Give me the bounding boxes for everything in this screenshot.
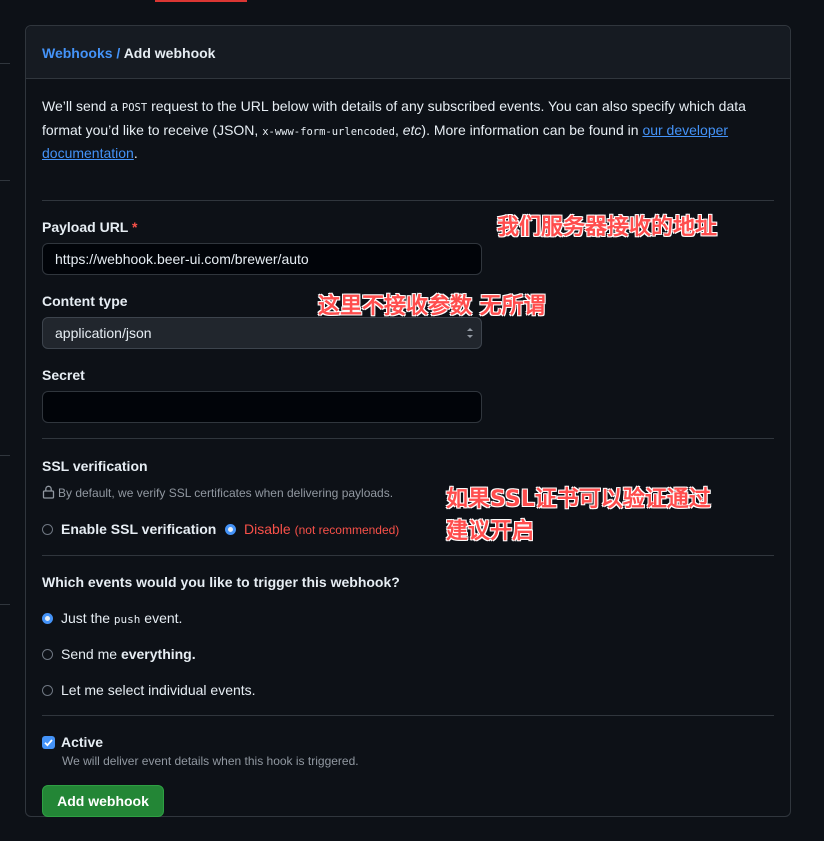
required-mark: *: [132, 219, 138, 235]
annotation-ssl-line1: 如果SSL证书可以验证通过: [446, 487, 711, 512]
active-label: Active: [61, 734, 104, 750]
section-divider: [42, 438, 774, 439]
radio-everything[interactable]: [42, 648, 53, 660]
breadcrumb-webhooks-link[interactable]: Webhooks: [42, 45, 113, 61]
intro-text-part: .: [133, 145, 138, 161]
section-divider: [42, 555, 774, 556]
form-content: We’ll send a POST request to the URL bel…: [42, 79, 774, 817]
ssl-disable-label: Disable: [244, 521, 291, 537]
intro-code-format: x-www-form-urlencoded: [262, 125, 395, 138]
radio-individual-events[interactable]: [42, 684, 53, 696]
payload-url-label: Payload URL *: [42, 219, 137, 235]
breadcrumb: Webhooks / Add webhook: [26, 26, 790, 79]
events-question: Which events would you like to trigger t…: [42, 574, 400, 590]
payload-url-input[interactable]: https://webhook.beer-ui.com/brewer/auto: [42, 243, 482, 275]
event-option-code: push: [113, 613, 141, 626]
ssl-note-text: By default, we verify SSL certificates w…: [58, 486, 394, 500]
event-option-push[interactable]: Just the push event.: [42, 610, 182, 626]
intro-emphasis: etc: [402, 121, 422, 138]
intro-text: We’ll send a POST request to the URL bel…: [42, 96, 747, 165]
annotation-payload-url: 我们服务器接收的地址: [497, 215, 718, 240]
event-option-text: event.: [140, 610, 183, 626]
event-option-text: Just the: [61, 610, 114, 626]
section-divider: [42, 200, 774, 201]
event-option-individual[interactable]: Let me select individual events.: [42, 682, 256, 698]
ssl-enable-option[interactable]: Enable SSL verification: [42, 521, 216, 537]
edge-divider: [0, 604, 10, 605]
check-icon: [44, 739, 53, 747]
active-checkbox[interactable]: [42, 735, 55, 749]
ssl-disable-note: (not recommended): [294, 523, 400, 537]
payload-url-label-text: Payload URL: [42, 219, 129, 235]
event-option-text: Send me: [61, 646, 121, 662]
top-accent-bar: [155, 0, 247, 2]
ssl-disable-option[interactable]: Disable (not recommended): [225, 521, 399, 537]
intro-text-part: ). More information can be found in: [421, 121, 643, 138]
ssl-verification-label: SSL verification: [42, 458, 148, 474]
lock-icon: [42, 485, 55, 499]
select-arrows-icon: [467, 328, 473, 338]
content-type-value: application/json: [55, 325, 152, 341]
active-option[interactable]: Active: [42, 734, 103, 750]
edge-divider: [0, 455, 10, 456]
webhook-form-panel: Webhooks / Add webhook We’ll send a POST…: [25, 25, 791, 817]
add-webhook-button[interactable]: Add webhook: [42, 785, 164, 817]
breadcrumb-current: Add webhook: [123, 45, 216, 61]
event-option-bold-text: everything.: [120, 646, 196, 662]
event-option-text: Let me select individual events.: [61, 682, 256, 698]
edge-divider: [0, 180, 10, 181]
intro-text-part: We’ll send a: [42, 98, 122, 114]
secret-input[interactable]: [42, 391, 482, 423]
section-divider: [42, 715, 774, 716]
edge-divider: [0, 63, 10, 64]
content-type-label: Content type: [42, 293, 128, 309]
annotation-ssl-line2: 建议开启: [446, 519, 535, 544]
secret-label: Secret: [42, 367, 85, 383]
annotation-content-type: 这里不接收参数 无所谓: [318, 294, 546, 319]
active-note: We will deliver event details when this …: [62, 754, 359, 768]
intro-text-part: ,: [394, 121, 403, 138]
ssl-note: By default, we verify SSL certificates w…: [42, 485, 393, 500]
breadcrumb-separator: /: [112, 45, 124, 61]
radio-push-event[interactable]: [42, 612, 53, 624]
radio-disable-ssl[interactable]: [225, 523, 236, 535]
ssl-enable-label: Enable SSL verification: [61, 521, 217, 537]
radio-enable-ssl[interactable]: [42, 523, 53, 535]
event-option-everything[interactable]: Send me everything.: [42, 646, 196, 662]
intro-code-post: POST: [121, 102, 148, 114]
